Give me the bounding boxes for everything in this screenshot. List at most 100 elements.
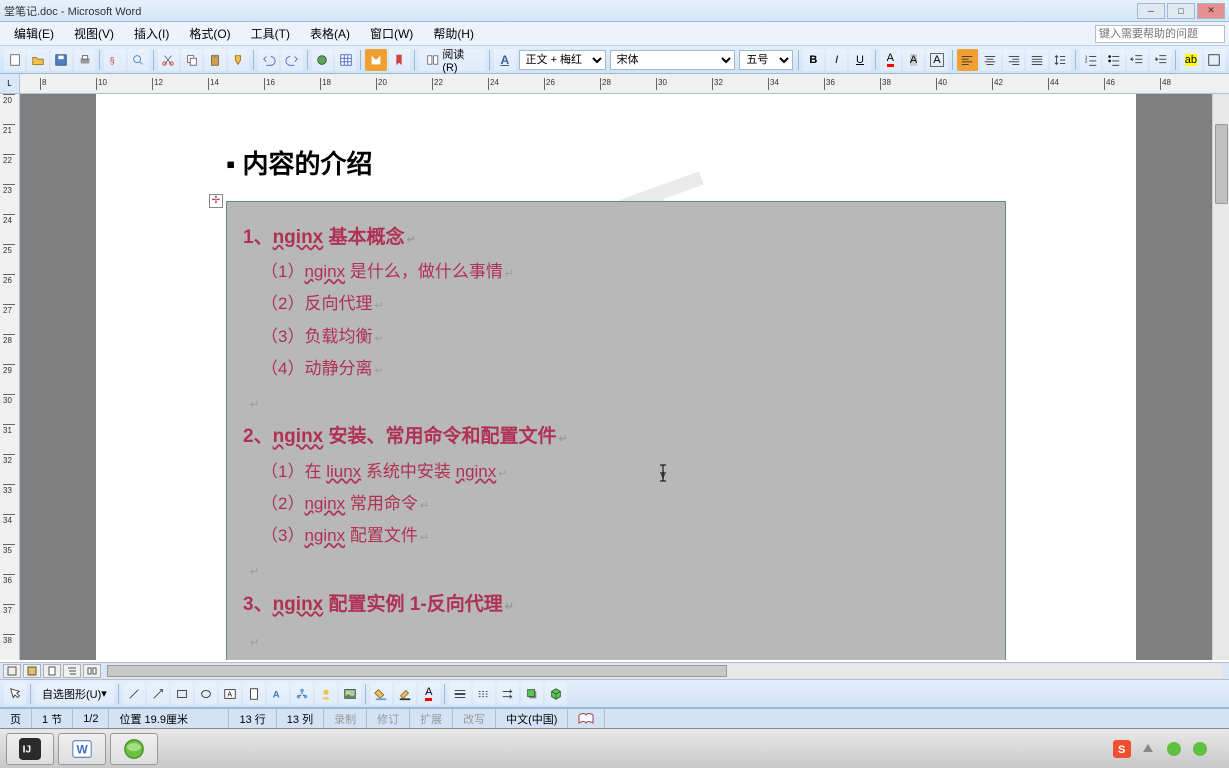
help-search-input[interactable] — [1095, 25, 1225, 43]
format-painter-button[interactable] — [228, 49, 249, 71]
menu-help[interactable]: 帮助(H) — [423, 23, 484, 44]
section-heading[interactable]: 内容的介绍 — [226, 144, 1006, 181]
select-objects-button[interactable] — [4, 683, 26, 705]
doc-item[interactable]: （2）反向代理 — [243, 288, 989, 320]
doc-heading[interactable]: 1、nginx 基本概念 — [243, 220, 989, 256]
column-button[interactable] — [365, 49, 386, 71]
print-button[interactable] — [74, 49, 95, 71]
print-view-button[interactable] — [43, 664, 61, 678]
tray-up-icon[interactable] — [1139, 740, 1157, 758]
maximize-button[interactable]: □ — [1167, 3, 1195, 19]
read-mode-button[interactable]: 阅读(R) — [419, 49, 485, 71]
line-spacing-button[interactable] — [1050, 49, 1071, 71]
horizontal-ruler[interactable]: L 81012141618202224262830323436384042444… — [0, 74, 1229, 94]
dash-style-button[interactable] — [473, 683, 495, 705]
taskbar-intellij-button[interactable]: IJ — [6, 733, 54, 765]
outline-view-button[interactable] — [63, 664, 81, 678]
menu-table[interactable]: 表格(A) — [300, 23, 360, 44]
style-select[interactable]: 正文 + 梅红 — [519, 50, 606, 70]
status-language[interactable]: 中文(中国) — [496, 709, 568, 728]
3d-button[interactable] — [545, 683, 567, 705]
taskbar-word-button[interactable]: W — [58, 733, 106, 765]
table-button[interactable] — [335, 49, 356, 71]
spellcheck-button[interactable]: § — [104, 49, 125, 71]
status-revision[interactable]: 修订 — [367, 709, 410, 728]
style-A-button[interactable]: A — [494, 49, 515, 71]
content-box[interactable]: ✢ 1、nginx 基本概念（1）nginx 是什么，做什么事情（2）反向代理（… — [226, 201, 1006, 660]
menu-window[interactable]: 窗口(W) — [360, 23, 423, 44]
oval-button[interactable] — [195, 683, 217, 705]
close-button[interactable]: ✕ — [1197, 3, 1225, 19]
doc-item[interactable]: （4）动静分离 — [243, 353, 989, 385]
char-border-button[interactable]: A — [926, 49, 947, 71]
page-scroll[interactable]: 内容的介绍 ✢ 1、nginx 基本概念（1）nginx 是什么，做什么事情（2… — [20, 94, 1212, 660]
vertical-ruler[interactable]: 20212223242526272829303132333435363738 — [0, 94, 20, 660]
scrollbar-thumb[interactable] — [1215, 124, 1228, 204]
align-justify-button[interactable] — [1026, 49, 1047, 71]
numbering-button[interactable]: 12 — [1080, 49, 1101, 71]
redo-button[interactable] — [281, 49, 302, 71]
tray-sogou-icon[interactable]: S — [1113, 740, 1131, 758]
autoshapes-button[interactable]: 自选图形(U) ▾ — [35, 683, 114, 705]
cut-button[interactable] — [158, 49, 179, 71]
doc-item[interactable]: （2）nginx 常用命令 — [243, 488, 989, 520]
undo-button[interactable] — [258, 49, 279, 71]
underline-button[interactable]: U — [849, 49, 870, 71]
font-select[interactable]: 宋体 — [610, 50, 736, 70]
doc-heading[interactable]: 2、nginx 安装、常用命令和配置文件 — [243, 419, 989, 455]
arrow-style-button[interactable] — [497, 683, 519, 705]
vertical-scrollbar[interactable] — [1212, 94, 1229, 660]
page[interactable]: 内容的介绍 ✢ 1、nginx 基本概念（1）nginx 是什么，做什么事情（2… — [96, 94, 1136, 660]
reading-view-button[interactable] — [83, 664, 101, 678]
shadow-button[interactable] — [521, 683, 543, 705]
tray-green2-icon[interactable] — [1191, 740, 1209, 758]
doc-item[interactable]: （3）负载均衡 — [243, 321, 989, 353]
fill-color-button[interactable] — [370, 683, 392, 705]
menu-tools[interactable]: 工具(T) — [241, 23, 300, 44]
tray-green1-icon[interactable] — [1165, 740, 1183, 758]
horizontal-scrollbar[interactable] — [107, 664, 1222, 678]
char-shading-button[interactable]: A — [903, 49, 924, 71]
doc-heading[interactable]: 4、nginx 配置实例 2-负载均衡 — [243, 657, 989, 660]
borders-button[interactable] — [1204, 49, 1225, 71]
font-color-button-2[interactable]: A — [418, 683, 440, 705]
hscroll-thumb[interactable] — [107, 665, 727, 677]
font-color-button[interactable]: A — [880, 49, 901, 71]
increase-indent-button[interactable] — [1150, 49, 1171, 71]
blank-line[interactable] — [243, 552, 989, 586]
blank-line[interactable] — [243, 623, 989, 657]
menu-insert[interactable]: 插入(I) — [124, 23, 179, 44]
new-button[interactable] — [4, 49, 25, 71]
status-extend[interactable]: 扩展 — [410, 709, 453, 728]
menu-view[interactable]: 视图(V) — [64, 23, 124, 44]
minimize-button[interactable]: ─ — [1137, 3, 1165, 19]
vertical-textbox-button[interactable] — [243, 683, 265, 705]
bullets-button[interactable] — [1103, 49, 1124, 71]
fontsize-select[interactable]: 五号 — [739, 50, 792, 70]
status-book-icon[interactable] — [568, 709, 605, 728]
move-handle-icon[interactable]: ✢ — [209, 194, 223, 208]
highlight-button[interactable]: ab — [1180, 49, 1201, 71]
rectangle-button[interactable] — [171, 683, 193, 705]
bookmark-button[interactable] — [389, 49, 410, 71]
hyperlink-button[interactable] — [312, 49, 333, 71]
doc-item[interactable]: （3）nginx 配置文件 — [243, 520, 989, 552]
align-right-button[interactable] — [1003, 49, 1024, 71]
status-record[interactable]: 录制 — [324, 709, 367, 728]
line-color-button[interactable] — [394, 683, 416, 705]
normal-view-button[interactable] — [3, 664, 21, 678]
decrease-indent-button[interactable] — [1127, 49, 1148, 71]
wordart-button[interactable]: A — [267, 683, 289, 705]
italic-button[interactable]: I — [826, 49, 847, 71]
web-view-button[interactable] — [23, 664, 41, 678]
line-style-button[interactable] — [449, 683, 471, 705]
doc-heading[interactable]: 3、nginx 配置实例 1-反向代理 — [243, 587, 989, 623]
taskbar-ie-button[interactable] — [110, 733, 158, 765]
research-button[interactable] — [128, 49, 149, 71]
align-left-button[interactable] — [957, 49, 978, 71]
status-overwrite[interactable]: 改写 — [453, 709, 496, 728]
bold-button[interactable]: B — [803, 49, 824, 71]
menu-edit[interactable]: 编辑(E) — [4, 23, 64, 44]
line-button[interactable] — [123, 683, 145, 705]
save-button[interactable] — [51, 49, 72, 71]
